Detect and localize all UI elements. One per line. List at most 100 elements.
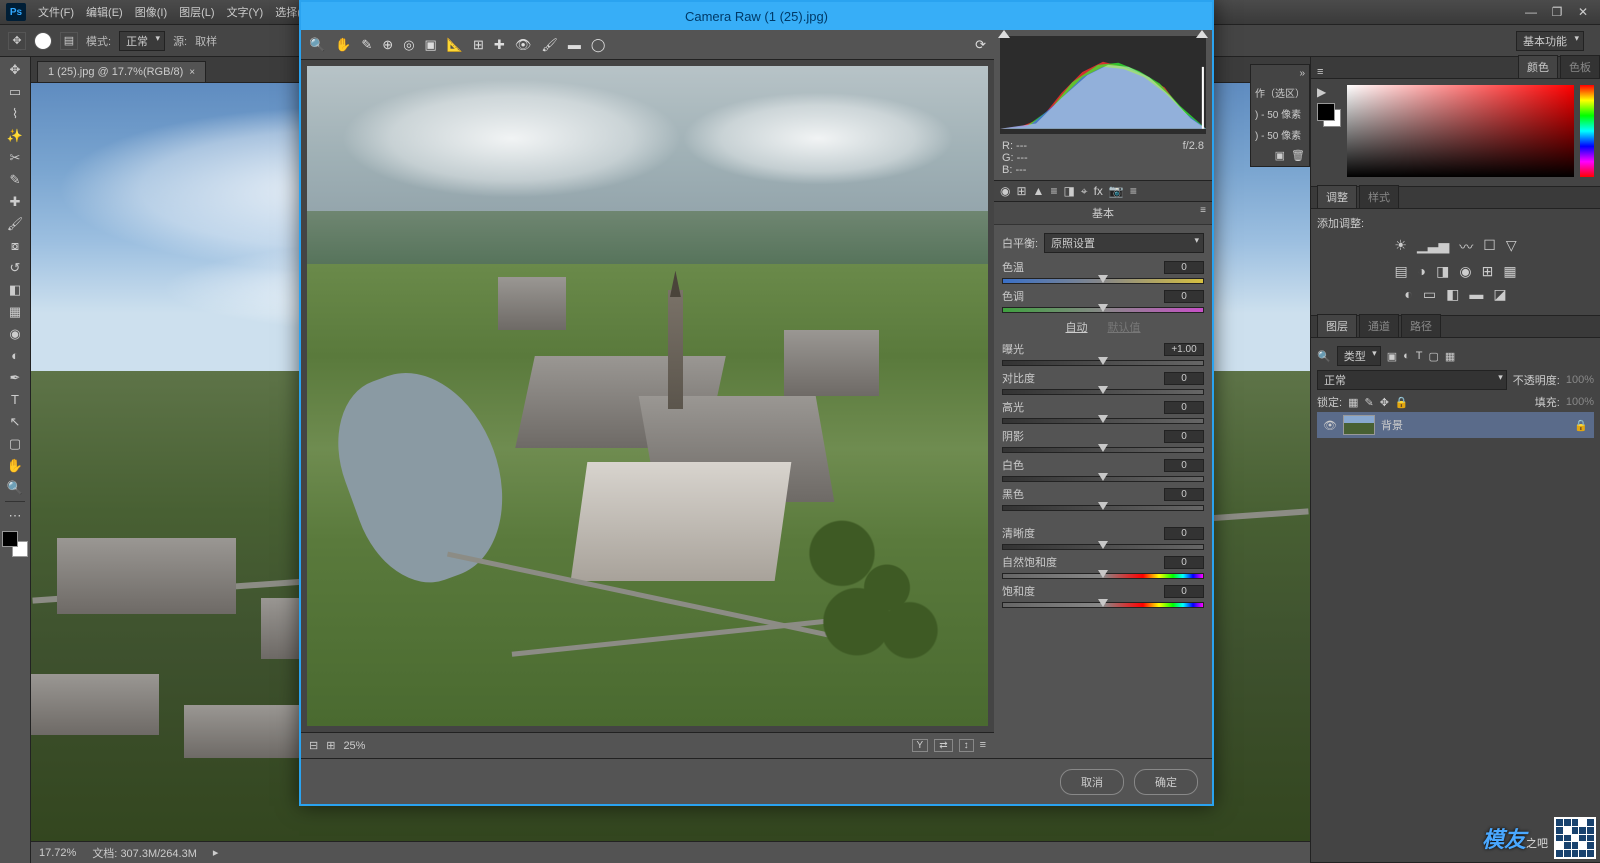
chan-mixer-adj-icon[interactable]: ⊞ [1482,263,1494,280]
cr-preview-toggle[interactable]: Y [912,739,929,752]
cr-detail-tab-icon[interactable]: ▲ [1033,184,1045,198]
cr-curve-tab-icon[interactable]: ⊞ [1016,184,1026,198]
whites-value[interactable]: 0 [1164,459,1204,472]
kind-filter-dropdown[interactable]: 类型 [1337,346,1381,366]
brush-tool-icon[interactable]: 🖌 [3,213,27,234]
shadows-value[interactable]: 0 [1164,430,1204,443]
lock-all-icon[interactable]: 🔒 [1395,396,1409,409]
tint-value[interactable]: 0 [1164,290,1204,303]
lock-trans-icon[interactable]: ▦ [1348,396,1358,409]
tool-preset-icon[interactable]: ✥ [8,32,26,50]
saturation-slider[interactable] [1002,602,1204,608]
menu-layer[interactable]: 图层(L) [179,4,214,20]
close-icon[interactable]: ✕ [1576,5,1590,19]
blacks-value[interactable]: 0 [1164,488,1204,501]
workspace-dropdown[interactable]: 基本功能 [1516,31,1584,51]
cr-target-adj-icon[interactable]: ◎ [403,37,414,53]
menu-edit[interactable]: 编辑(E) [86,4,123,20]
cr-straighten-icon[interactable]: 📐 [447,37,463,53]
filter-shape-icon[interactable]: ▢ [1429,350,1439,363]
cr-basic-tab-icon[interactable]: ◉ [1000,184,1010,198]
curves-adj-icon[interactable]: 〰 [1459,237,1473,257]
filter-adj-icon[interactable]: ◐ [1403,350,1410,362]
highlights-value[interactable]: 0 [1164,401,1204,414]
cr-presets-tab-icon[interactable]: ≡ [1130,184,1137,198]
layer-name[interactable]: 背景 [1381,417,1403,433]
brush-preview-icon[interactable] [34,32,52,50]
cr-zoom-tool-icon[interactable]: 🔍 [309,37,325,53]
channels-tab[interactable]: 通道 [1359,314,1399,337]
hsl-adj-icon[interactable]: ▤ [1394,263,1407,280]
cr-gradient-icon[interactable]: ▬ [568,37,581,52]
gradmap-adj-icon[interactable]: ▬ [1469,286,1483,303]
opacity-value[interactable]: 100% [1566,374,1594,386]
path-select-tool-icon[interactable]: ↖ [3,411,27,432]
cr-before-after-icon[interactable]: ⇄ [934,739,952,752]
eraser-tool-icon[interactable]: ◧ [3,279,27,300]
clarity-slider[interactable] [1002,544,1204,550]
temperature-slider[interactable] [1002,278,1204,284]
cr-brush-icon[interactable]: 🖌 [541,37,558,53]
crop-tool-icon[interactable]: ✂ [3,147,27,168]
vibrance-adj-icon[interactable]: ▽ [1506,237,1517,257]
layers-tab[interactable]: 图层 [1317,314,1357,337]
hue-slider[interactable] [1580,85,1594,177]
cr-radial-icon[interactable]: ◯ [591,37,606,53]
cr-transform-icon[interactable]: ⊞ [473,37,484,53]
pen-tool-icon[interactable]: ✒ [3,367,27,388]
new-snapshot-icon[interactable]: ▣ [1275,149,1285,162]
shape-tool-icon[interactable]: ▢ [3,433,27,454]
edit-toolbar-icon[interactable]: ⋯ [3,505,27,526]
auto-link[interactable]: 自动 [1066,319,1088,335]
hand-tool-icon[interactable]: ✋ [3,455,27,476]
history-mini-panel[interactable]: » 作（选区） ) - 50 像素 ) - 50 像素 ▣ 🗑 [1250,64,1310,167]
wb-dropdown[interactable]: 原照设置 [1044,233,1204,253]
lock-pixel-icon[interactable]: ✎ [1364,396,1373,409]
color-field[interactable] [1347,85,1574,177]
wand-tool-icon[interactable]: ✨ [3,125,27,146]
contrast-value[interactable]: 0 [1164,372,1204,385]
move-tool-icon[interactable]: ✥ [3,59,27,80]
menu-type[interactable]: 文字(Y) [227,4,264,20]
cr-spot-icon[interactable]: ✚ [494,37,505,53]
histogram[interactable] [1000,36,1206,134]
dodge-tool-icon[interactable]: ◐ [3,345,27,366]
camera-raw-title[interactable]: Camera Raw (1 (25).jpg) [301,2,1212,30]
styles-tab[interactable]: 样式 [1359,185,1399,208]
blur-tool-icon[interactable]: ◉ [3,323,27,344]
cr-crop-tool-icon[interactable]: ▣ [425,37,437,53]
exposure-value[interactable]: +1.00 [1164,343,1204,356]
vibrance-slider[interactable] [1002,573,1204,579]
minimize-icon[interactable]: — [1524,5,1538,19]
document-tab[interactable]: 1 (25).jpg @ 17.7%(RGB/8) × [37,61,206,82]
cancel-button[interactable]: 取消 [1060,769,1124,795]
exposure-slider[interactable] [1002,360,1204,366]
cr-cal-tab-icon[interactable]: 📷 [1109,184,1124,198]
visibility-icon[interactable]: 👁 [1323,419,1337,432]
expand-icon[interactable]: » [1251,65,1309,82]
levels-adj-icon[interactable]: ▁▃▅ [1417,237,1449,257]
zoom-readout[interactable]: 17.72% [39,847,76,859]
blend-mode-dropdown[interactable]: 正常 [1317,370,1507,390]
cr-zoom-in-icon[interactable]: ⊞ [326,739,335,752]
filter-kind-icon[interactable]: 🔍 [1317,350,1331,363]
history-brush-tool-icon[interactable]: ↺ [3,257,27,278]
stamp-tool-icon[interactable]: ⧇ [3,235,27,256]
blend-mode-dropdown[interactable]: 正常 [119,31,165,51]
lut-adj-icon[interactable]: ▦ [1503,263,1516,280]
cr-redeye-icon[interactable]: 👁 [515,37,532,53]
temperature-value[interactable]: 0 [1164,261,1204,274]
cr-swap-icon[interactable]: ↕ [959,739,974,752]
layer-item-background[interactable]: 👁 背景 🔒 [1317,412,1594,438]
vibrance-value[interactable]: 0 [1164,556,1204,569]
status-arrow-icon[interactable]: ▸ [213,846,219,859]
invert-adj-icon[interactable]: ◐ [1404,286,1412,303]
tab-close-icon[interactable]: × [189,67,195,78]
ok-button[interactable]: 确定 [1134,769,1198,795]
whites-slider[interactable] [1002,476,1204,482]
panel-color-swatch[interactable] [1317,103,1341,127]
filter-type-icon[interactable]: T [1416,350,1423,362]
highlights-slider[interactable] [1002,418,1204,424]
saturation-value[interactable]: 0 [1164,585,1204,598]
panel-options-icon[interactable]: ≡ [1317,66,1323,78]
